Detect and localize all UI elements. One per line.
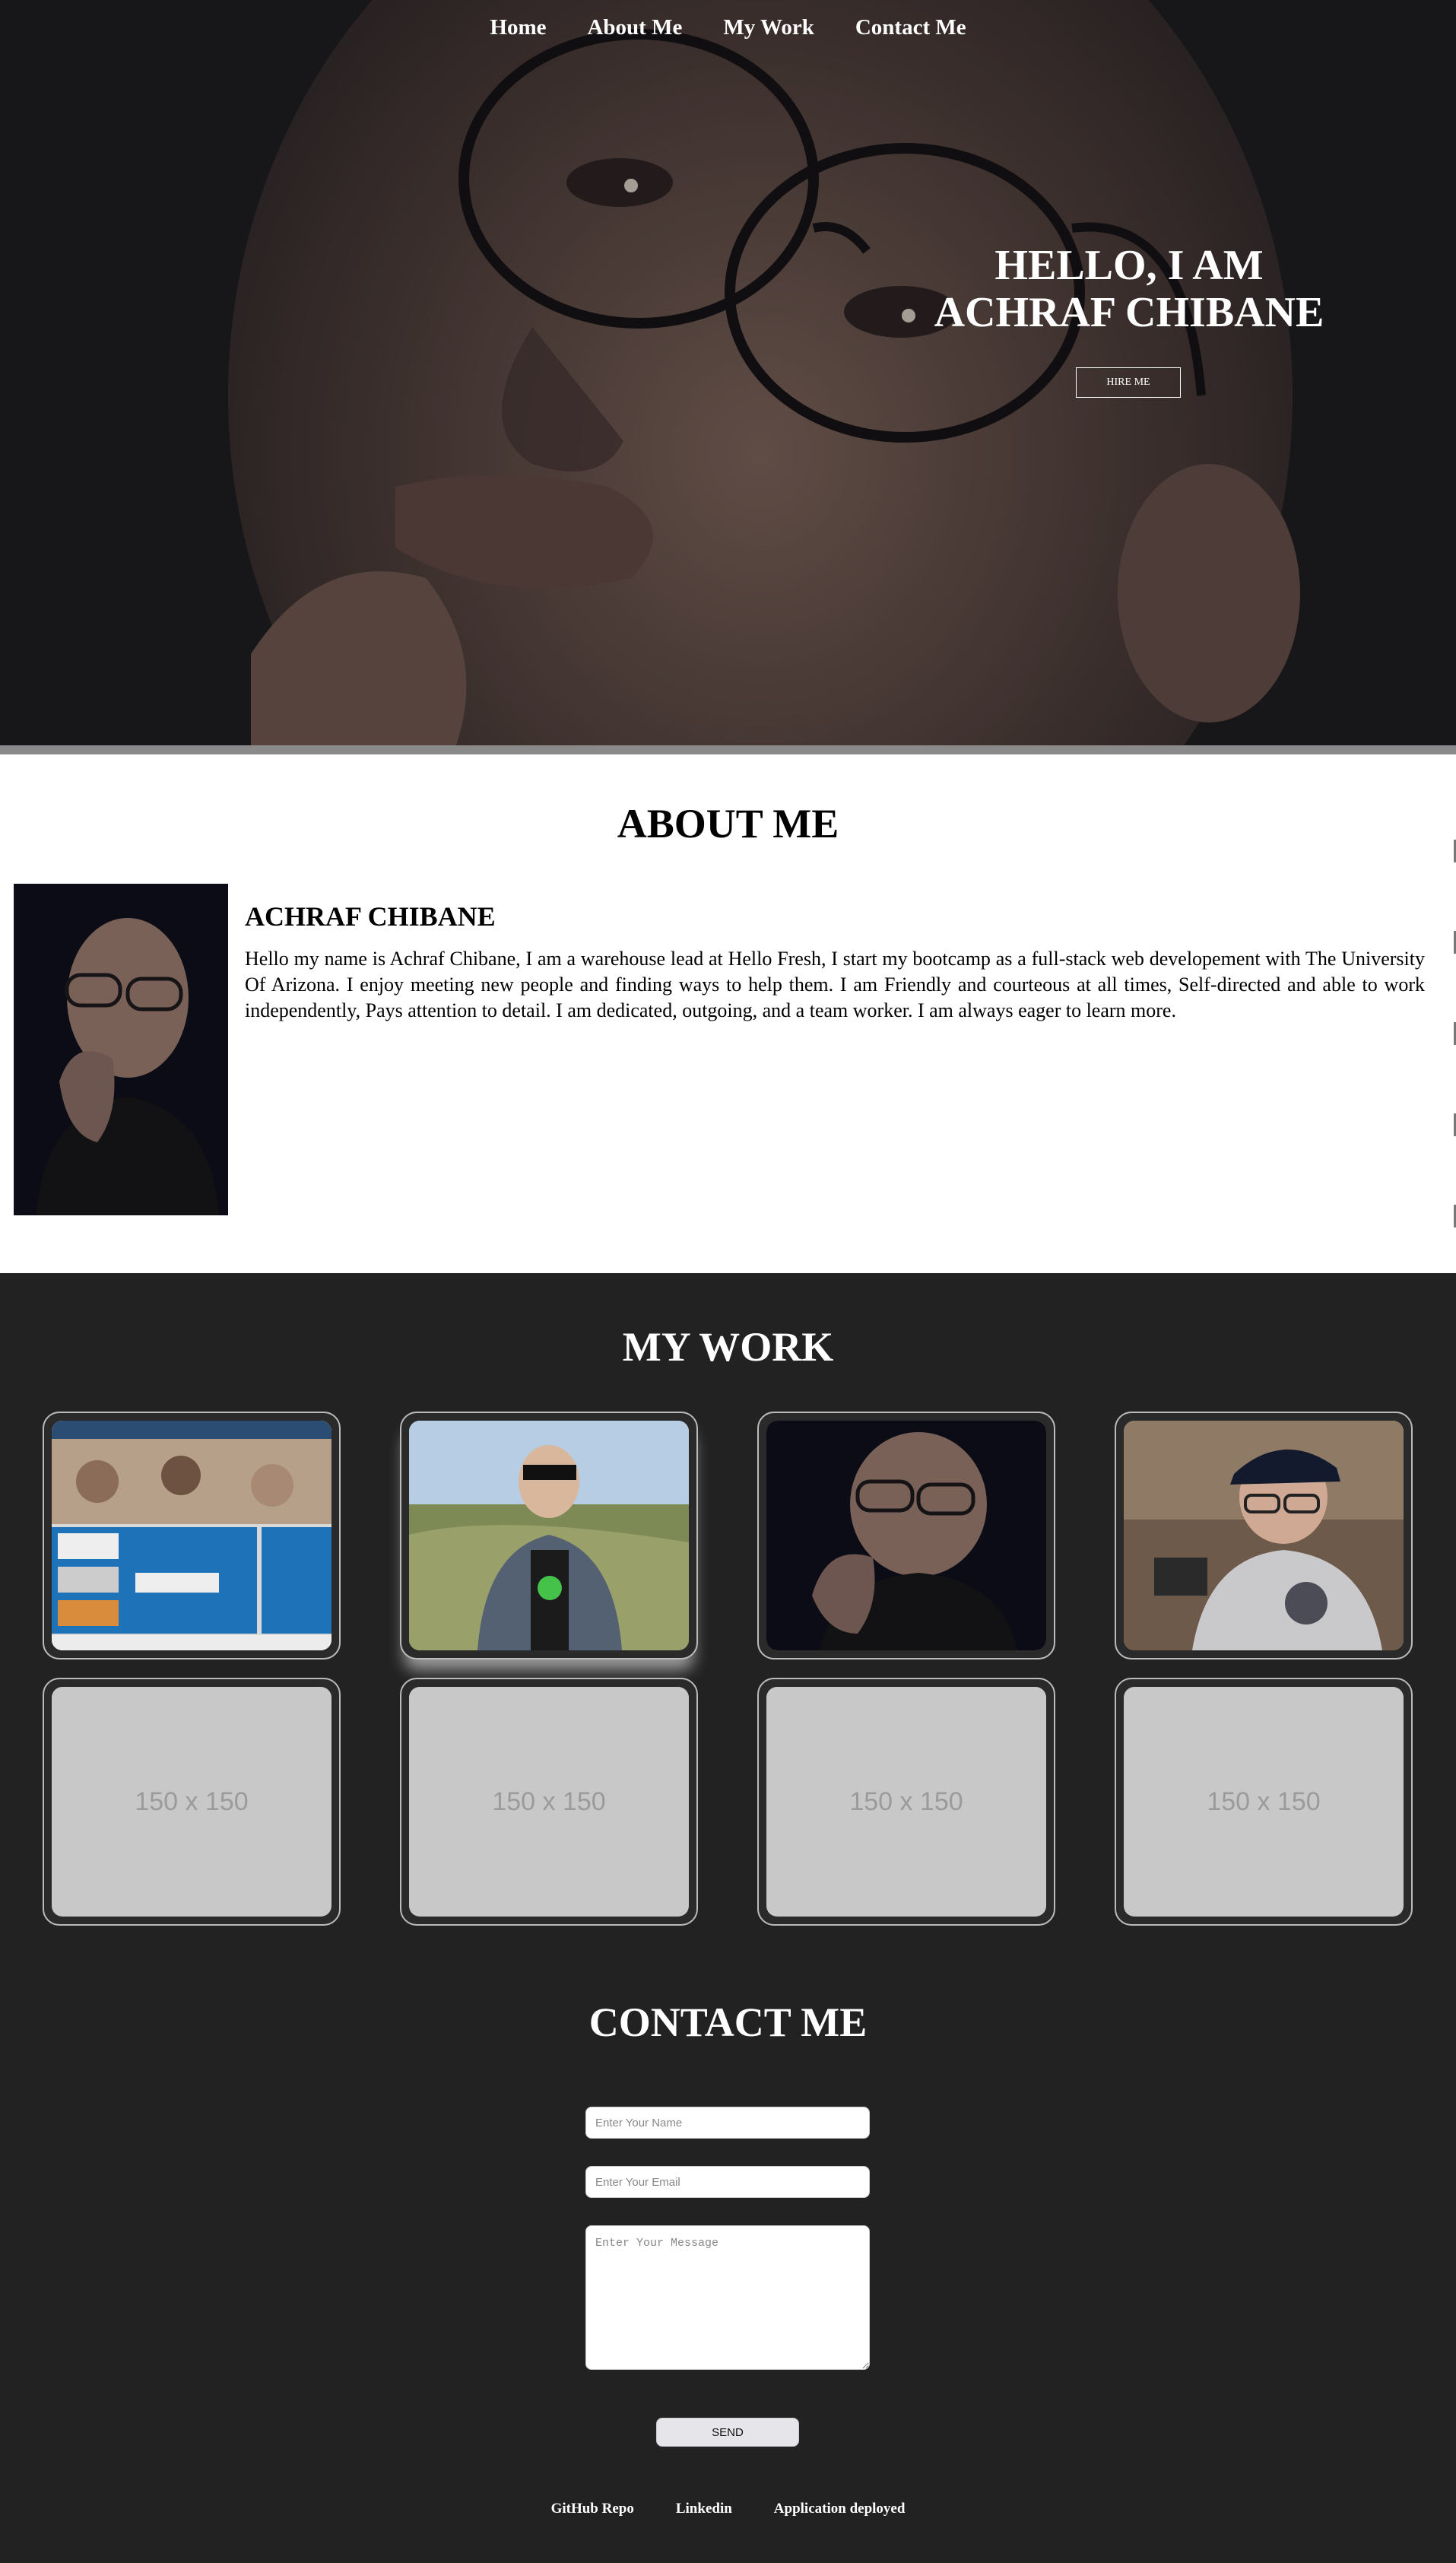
top-nav: Home About Me My Work Contact Me [0,15,1456,40]
work-card-7[interactable]: 150 x 150 [757,1678,1055,1926]
work-card-4[interactable] [1115,1412,1413,1659]
about-bio: Hello my name is Achraf Chibane, I am a … [245,948,1425,1021]
github-repo-link[interactable]: GitHub Repo [551,2501,634,2517]
hero-section: Home About Me My Work Contact Me HELLO, … [0,0,1456,745]
about-section: ABOUT ME ACHRAF CHIBANE Hello my name is… [0,754,1456,1273]
nav-about-link[interactable]: About Me [587,15,682,40]
work-card-2[interactable] [400,1412,698,1659]
about-heading: ABOUT ME [617,801,839,846]
work-placeholder-image: 150 x 150 [52,1687,331,1917]
work-image-room [1124,1421,1404,1650]
email-input[interactable] [585,2166,870,2198]
hero-title-line2: ACHRAF CHIBANE [934,289,1324,336]
work-card-1[interactable] [43,1412,341,1659]
work-card-3[interactable] [757,1412,1055,1659]
linkedin-link[interactable]: Linkedin [676,2501,732,2517]
work-image-hike [409,1421,689,1650]
application-deployed-link[interactable]: Application deployed [774,2501,906,2517]
work-image-website [52,1421,331,1650]
hero-title: HELLO, I AM ACHRAF CHIBANE [912,242,1346,336]
nav-home-link[interactable]: Home [490,15,546,40]
work-heading: MY WORK [622,1324,834,1370]
hero-portrait-image [0,0,1456,745]
contact-heading: CONTACT ME [588,1999,868,2045]
hero-divider [0,745,1456,754]
work-image-portrait [766,1421,1046,1650]
nav-work-link[interactable]: My Work [723,15,814,40]
work-card-8[interactable]: 150 x 150 [1115,1678,1413,1926]
name-input[interactable] [585,2107,870,2139]
contact-section: CONTACT ME SEND GitHub Repo Linkedin App… [0,1950,1456,2563]
work-placeholder-image: 150 x 150 [766,1687,1046,1917]
side-markers [1451,754,1456,1273]
about-portrait-image [14,884,228,1215]
nav-contact-link[interactable]: Contact Me [855,15,966,40]
hero-title-line1: HELLO, I AM [994,242,1264,289]
footer-links: GitHub Repo Linkedin Application deploye… [0,2501,1456,2517]
work-placeholder-image: 150 x 150 [1124,1687,1404,1917]
work-placeholder-image: 150 x 150 [409,1687,689,1917]
work-card-6[interactable]: 150 x 150 [400,1678,698,1926]
send-button[interactable]: SEND [656,2418,799,2447]
hire-me-button[interactable]: HIRE ME [1076,367,1181,398]
work-section: MY WORK 150 x 150 150 x 150 150 x 150 15… [0,1273,1456,1950]
about-name: ACHRAF CHIBANE [245,901,496,932]
message-textarea[interactable] [585,2225,870,2370]
work-card-5[interactable]: 150 x 150 [43,1678,341,1926]
